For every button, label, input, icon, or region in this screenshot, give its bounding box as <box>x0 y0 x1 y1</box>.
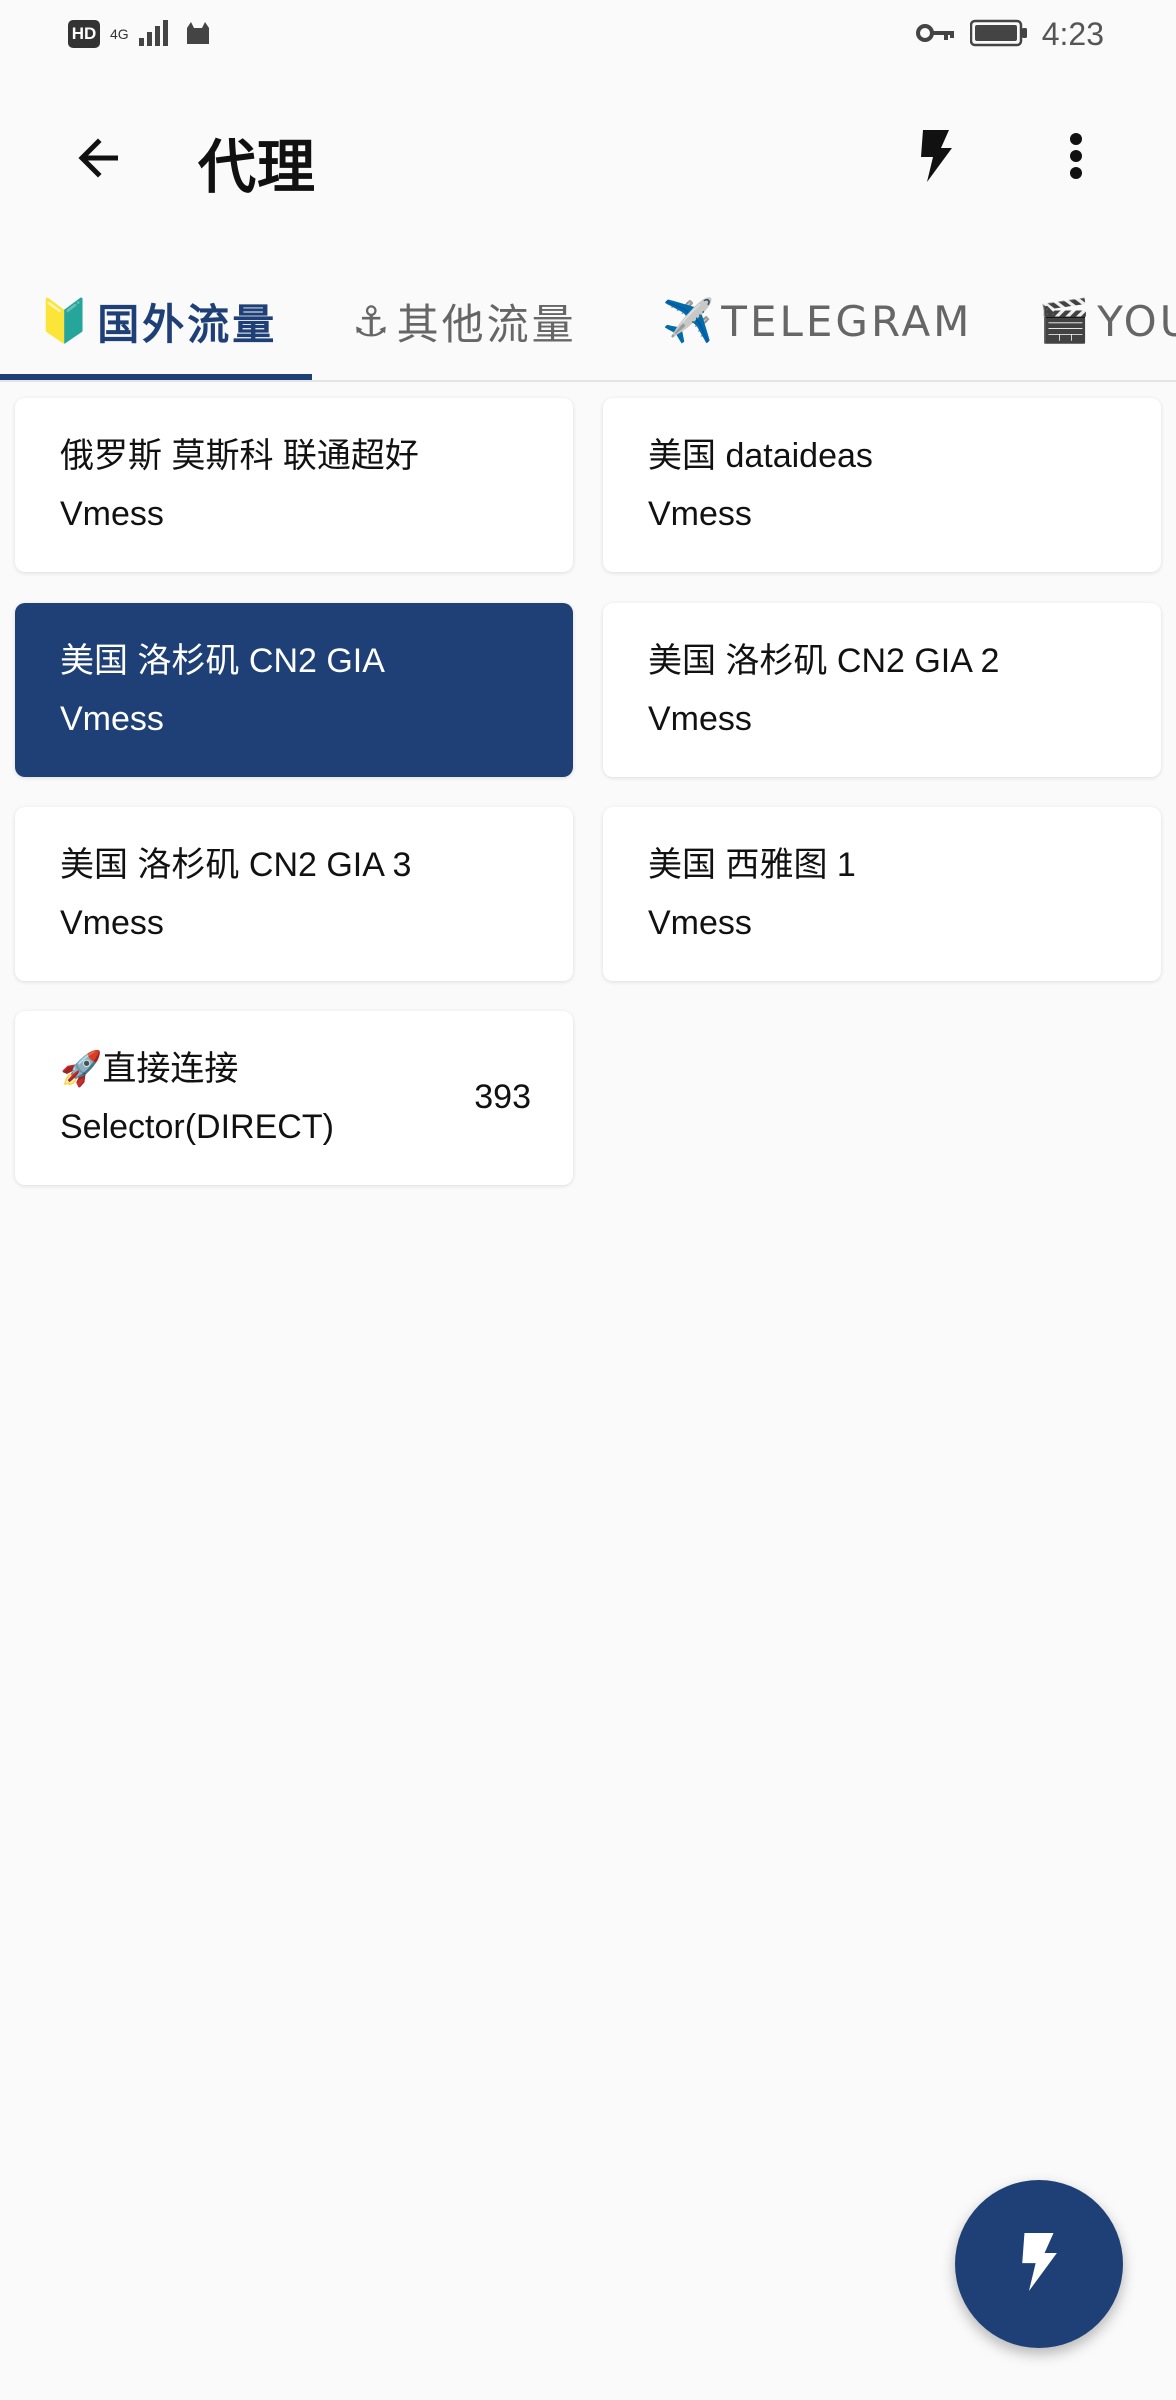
test-delay-fab[interactable] <box>955 2180 1123 2348</box>
cat-icon <box>183 18 213 50</box>
proxy-card[interactable]: 美国 洛杉矶 CN2 GIA 2 Vmess <box>603 603 1161 777</box>
signal-icon <box>138 18 173 50</box>
proxy-type: Vmess <box>60 700 164 738</box>
clock: 4:23 <box>1041 16 1104 52</box>
tab-foreign-traffic[interactable]: 🔰 国外流量 <box>38 262 277 380</box>
proxy-name: 美国 西雅图 1 <box>648 846 856 884</box>
back-button[interactable] <box>62 124 134 196</box>
proxy-name: 俄罗斯 莫斯科 联通超好 <box>60 437 419 475</box>
proxy-type: Vmess <box>60 904 164 942</box>
proxy-name: 美国 洛杉矶 CN2 GIA <box>60 642 385 680</box>
proxy-type: Vmess <box>60 495 164 533</box>
proxy-card-selected[interactable]: 美国 洛杉矶 CN2 GIA Vmess <box>15 603 573 777</box>
tab-label: YOU <box>1097 296 1176 346</box>
battery-icon <box>969 19 1028 51</box>
proxy-name: 美国 dataideas <box>648 437 873 475</box>
lightning-bolt-icon <box>919 130 953 186</box>
proxy-screen: HD 4G 4:23 代理 🔰 国外流量 ⚓ 其他流量 ✈️ TELEGRAM … <box>0 0 1176 2400</box>
more-options-button[interactable] <box>1040 122 1112 194</box>
proxy-type: Vmess <box>648 904 752 942</box>
key-icon <box>915 21 956 49</box>
airplane-icon: ✈️ <box>662 296 718 345</box>
proxy-name: 美国 洛杉矶 CN2 GIA 2 <box>648 642 1000 680</box>
proxy-name: 美国 洛杉矶 CN2 GIA 3 <box>60 846 412 884</box>
tab-label: 其他流量 <box>396 299 577 349</box>
tab-label: TELEGRAM <box>721 296 973 346</box>
proxy-card[interactable]: 美国 西雅图 1 Vmess <box>603 807 1161 981</box>
proxy-card[interactable]: 美国 洛杉矶 CN2 GIA 3 Vmess <box>15 807 573 981</box>
lightning-bolt-icon <box>1020 2232 1058 2296</box>
tab-other-traffic[interactable]: ⚓ 其他流量 <box>352 262 577 380</box>
group-tabs: 🔰 国外流量 ⚓ 其他流量 ✈️ TELEGRAM 🎬 YOU <box>0 262 1176 382</box>
tab-youtube[interactable]: 🎬 YOU <box>1038 262 1176 380</box>
more-vertical-icon <box>1069 133 1083 183</box>
beginner-badge-icon: 🔰 <box>38 296 94 345</box>
proxy-card[interactable]: 俄罗斯 莫斯科 联通超好 Vmess <box>15 398 573 572</box>
arrow-left-icon <box>76 138 120 182</box>
page-title: 代理 <box>198 133 317 201</box>
proxy-card[interactable]: 🚀直接连接 Selector(DIRECT) 393 <box>15 1011 573 1185</box>
proxy-type: Vmess <box>648 495 752 533</box>
network-type: 4G <box>110 26 129 42</box>
tab-telegram[interactable]: ✈️ TELEGRAM <box>662 262 972 380</box>
active-tab-indicator <box>0 374 312 380</box>
status-bar: HD 4G 4:23 <box>0 0 1176 72</box>
anchor-icon: ⚓ <box>352 296 393 346</box>
proxy-type: Selector(DIRECT) <box>60 1108 334 1146</box>
proxy-delay: 393 <box>474 1078 531 1116</box>
proxy-name: 🚀直接连接 <box>60 1050 239 1088</box>
test-delay-button[interactable] <box>900 122 972 194</box>
proxy-type: Vmess <box>648 700 752 738</box>
clapper-board-icon: 🎬 <box>1038 296 1094 345</box>
tab-label: 国外流量 <box>97 299 278 349</box>
hd-badge: HD <box>68 20 100 48</box>
proxy-card[interactable]: 美国 dataideas Vmess <box>603 398 1161 572</box>
app-bar: 代理 <box>0 72 1176 242</box>
